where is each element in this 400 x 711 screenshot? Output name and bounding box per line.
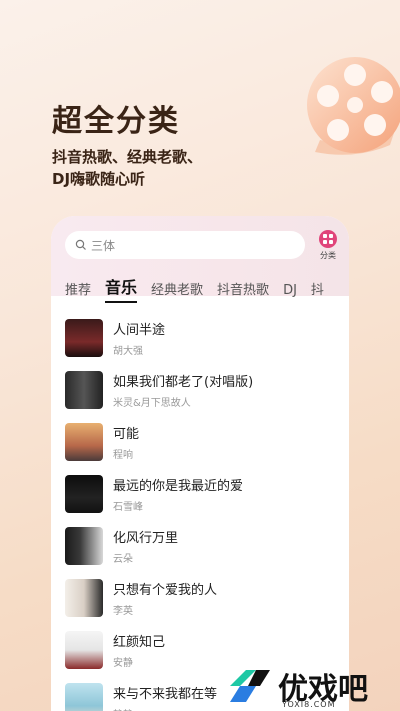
song-artist: 安静 <box>113 658 133 669</box>
search-icon <box>75 239 86 250</box>
album-cover <box>65 423 103 461</box>
song-artist: 静静 <box>113 706 217 711</box>
watermark-logo-icon <box>230 670 270 702</box>
tab-music[interactable]: 音乐 <box>105 274 138 303</box>
tab-classic-oldies[interactable]: 经典老歌 <box>151 279 203 298</box>
search-input[interactable]: 三体 <box>65 231 305 259</box>
tab-dj[interactable]: DJ <box>283 283 297 298</box>
song-title: 如果我们都老了(对唱版) <box>113 375 254 390</box>
song-row[interactable]: 化风行万里 云朵 <box>65 520 335 572</box>
grid-icon <box>319 230 337 248</box>
album-cover <box>65 319 103 357</box>
album-cover <box>65 579 103 617</box>
phone-screen: 三体 分类 推荐 音乐 经典老歌 抖音热歌 DJ 抖 人间半途 胡大强 如果我们… <box>51 216 349 711</box>
song-row[interactable]: 如果我们都老了(对唱版) 米灵&月下思故人 <box>65 364 335 416</box>
song-row[interactable]: 人间半途 胡大强 <box>65 312 335 364</box>
category-button[interactable]: 分类 <box>316 230 340 261</box>
tab-recommend[interactable]: 推荐 <box>65 279 91 298</box>
album-cover <box>65 475 103 513</box>
song-artist: 石雪峰 <box>113 502 143 513</box>
song-title: 只想有个爱我的人 <box>113 583 218 598</box>
album-cover <box>65 683 103 711</box>
hero-headline: 超全分类 <box>52 104 180 139</box>
song-artist: 程响 <box>113 450 133 461</box>
category-label: 分类 <box>320 251 336 260</box>
song-row[interactable]: 最远的你是我最近的爱 石雪峰 <box>65 468 335 520</box>
song-title: 化风行万里 <box>113 531 179 546</box>
song-artist: 云朵 <box>113 554 133 565</box>
song-artist: 米灵&月下思故人 <box>113 398 191 409</box>
song-title: 人间半途 <box>113 323 166 338</box>
song-artist: 胡大强 <box>113 346 143 357</box>
song-artist: 李英 <box>113 606 133 617</box>
song-title: 红颜知己 <box>113 635 166 650</box>
song-title: 可能 <box>113 427 140 442</box>
song-row[interactable]: 可能 程响 <box>65 416 335 468</box>
song-list: 人间半途 胡大强 如果我们都老了(对唱版) 米灵&月下思故人 可能 程响 最远的… <box>65 312 335 711</box>
song-row[interactable]: 只想有个爱我的人 李英 <box>65 572 335 624</box>
hero-subline-2: DJ嗨歌随心听 <box>52 170 146 188</box>
album-cover <box>65 527 103 565</box>
song-title: 最远的你是我最近的爱 <box>113 479 244 494</box>
album-cover <box>65 371 103 409</box>
search-value: 三体 <box>91 238 116 253</box>
site-watermark: 优戏吧 YOXI8.COM <box>222 662 400 711</box>
tab-bar: 推荐 音乐 经典老歌 抖音热歌 DJ 抖 <box>65 274 338 303</box>
tab-overflow[interactable]: 抖 <box>311 279 324 298</box>
tab-douyin-hits[interactable]: 抖音热歌 <box>217 279 269 298</box>
album-cover <box>65 631 103 669</box>
hero-subline-1: 抖音热歌、经典老歌、 <box>52 148 203 166</box>
watermark-url: YOXI8.COM <box>282 700 336 709</box>
film-reel-icon <box>307 57 400 155</box>
song-title: 来与不来我都在等 <box>113 687 218 702</box>
